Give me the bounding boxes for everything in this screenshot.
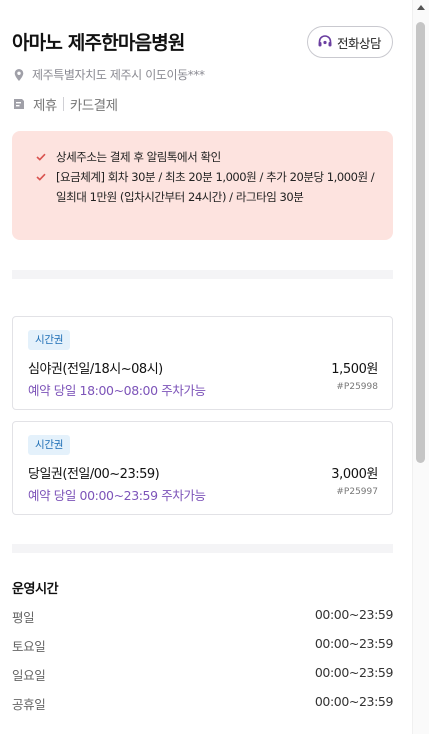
hours-row: 평일 00:00~23:59 (12, 607, 393, 625)
hours-day: 일요일 (12, 668, 46, 683)
notice-box: 상세주소는 결제 후 알림톡에서 확인 [요금체계] 회차 30분 / 최초 2… (12, 131, 393, 240)
hours-day: 공휴일 (12, 697, 46, 712)
ticket-name: 심야권(전일/18시~08시) (28, 362, 163, 377)
ticket-availability: 예약 당일 18:00~08:00 주차가능 (28, 383, 206, 398)
ticket-type-badge: 시간권 (28, 330, 71, 350)
notice-text: 상세주소는 결제 후 알림톡에서 확인 (56, 150, 221, 164)
hours-row: 공휴일 00:00~23:59 (12, 694, 393, 712)
scroll-up-arrow-icon[interactable] (417, 5, 425, 10)
parking-detail-page: 아마노 제주한마음병원 전화상담 제주특별자치도 제주시 이도이동*** 제휴 … (0, 0, 412, 734)
notice-text: [요금체계] 회차 30분 / 최초 20분 1,000원 / 추가 20분당 … (56, 170, 375, 204)
ticket-code: #P25998 (336, 382, 378, 392)
ticket-availability: 예약 당일 00:00~23:59 주차가능 (28, 488, 206, 503)
ticket-price: 3,000원 (331, 467, 378, 482)
ticket-card-night[interactable]: 시간권 심야권(전일/18시~08시) 1,500원 예약 당일 18:00~0… (12, 316, 393, 410)
hours-day: 평일 (12, 610, 35, 625)
hours-day: 토요일 (12, 639, 46, 654)
hours-row: 일요일 00:00~23:59 (12, 665, 393, 683)
scrollbar-thumb[interactable] (416, 22, 425, 463)
check-icon (36, 167, 56, 187)
ticket-card-day[interactable]: 시간권 당일권(전일/00~23:59) 3,000원 예약 당일 00:00~… (12, 421, 393, 515)
call-consult-button[interactable]: 전화상담 (306, 26, 393, 58)
hours-time: 00:00~23:59 (314, 607, 394, 622)
tag-partner: 제휴 (33, 98, 57, 114)
header: 아마노 제주한마음병원 전화상담 (12, 26, 393, 58)
hours-time: 00:00~23:59 (314, 694, 394, 709)
tag-divider (62, 97, 64, 111)
ticket-code: #P25997 (336, 487, 378, 497)
address-row: 제주특별자치도 제주시 이도이동*** (12, 66, 205, 83)
address-text: 제주특별자치도 제주시 이도이동*** (32, 68, 205, 82)
hours-time: 00:00~23:59 (314, 636, 394, 651)
notice-item: [요금체계] 회차 30분 / 최초 20분 1,000원 / 추가 20분당 … (36, 167, 379, 207)
headset-icon (317, 34, 333, 50)
notice-item: 상세주소는 결제 후 알림톡에서 확인 (36, 147, 379, 167)
ticket-price: 1,500원 (331, 362, 378, 377)
hours-time: 00:00~23:59 (314, 665, 394, 680)
section-divider (12, 544, 393, 553)
hours-row: 토요일 00:00~23:59 (12, 636, 393, 654)
hours-title: 운영시간 (12, 582, 59, 597)
call-consult-label: 전화상담 (336, 35, 382, 51)
tag-icon (12, 97, 26, 111)
section-divider (12, 270, 393, 279)
map-pin-icon (12, 68, 26, 82)
ticket-type-badge: 시간권 (28, 435, 71, 455)
tag-row: 제휴 카드결제 (12, 94, 118, 114)
check-icon (36, 147, 56, 167)
tag-payment: 카드결제 (69, 98, 118, 114)
page-title: 아마노 제주한마음병원 (12, 32, 185, 54)
vertical-scrollbar[interactable] (412, 0, 429, 734)
ticket-name: 당일권(전일/00~23:59) (28, 467, 160, 482)
